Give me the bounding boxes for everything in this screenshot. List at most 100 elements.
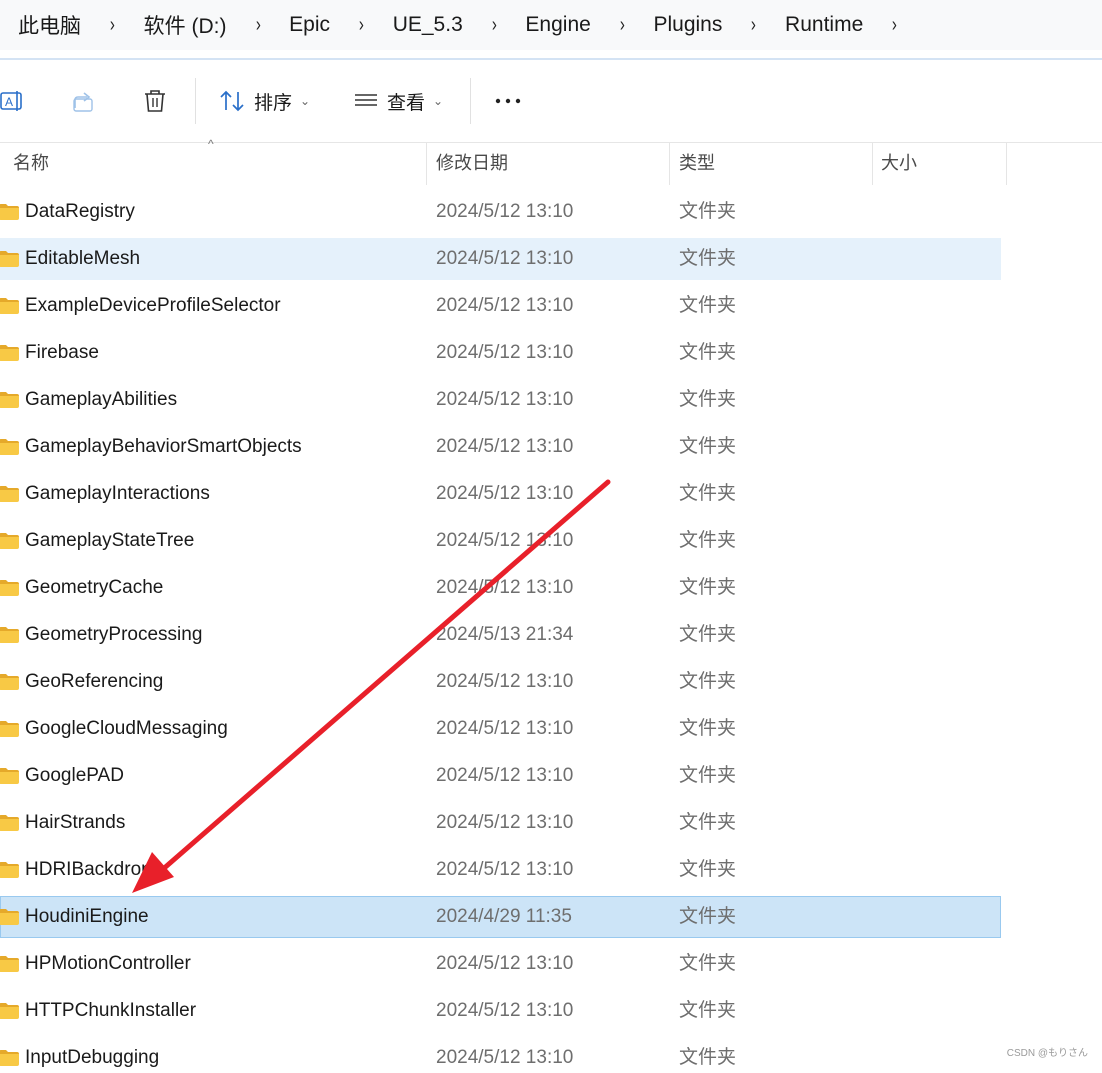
file-modified-date: 2024/5/12 13:10 [436, 577, 574, 598]
toolbar-divider [195, 78, 196, 124]
file-row[interactable]: HDRIBackdrop 2024/5/12 13:10 文件夹 [0, 849, 1001, 891]
file-type: 文件夹 [679, 1047, 737, 1068]
file-row[interactable]: HPMotionController 2024/5/12 13:10 文件夹 [0, 943, 1001, 985]
folder-icon [0, 345, 19, 361]
file-modified-date: 2024/5/12 13:10 [436, 201, 574, 222]
file-row[interactable]: GeoReferencing 2024/5/12 13:10 文件夹 [0, 661, 1001, 703]
view-button[interactable]: 查看 ⌄ [353, 80, 443, 122]
file-row[interactable]: GameplayInteractions 2024/5/12 13:10 文件夹 [0, 473, 1001, 515]
breadcrumb-item-this-pc[interactable]: 此电脑 [18, 10, 81, 40]
column-name[interactable]: 名称 [13, 143, 49, 185]
file-modified-date: 2024/5/12 13:10 [436, 342, 574, 363]
rename-icon: A [0, 91, 22, 111]
breadcrumb: 此电脑 › 软件 (D:) › Epic › UE_5.3 › Engine ›… [0, 0, 926, 50]
file-name: HoudiniEngine [25, 906, 149, 927]
folder-icon [0, 909, 19, 925]
column-header: ^ 名称 修改日期 类型 大小 [0, 137, 1102, 185]
file-row[interactable]: HTTPChunkInstaller 2024/5/12 13:10 文件夹 [0, 990, 1001, 1032]
file-name: HPMotionController [25, 953, 191, 974]
folder-icon [0, 298, 19, 314]
file-type: 文件夹 [679, 436, 737, 457]
column-size[interactable]: 大小 [881, 143, 917, 185]
file-modified-date: 2024/5/12 13:10 [436, 1047, 574, 1068]
file-row[interactable]: InputDebugging 2024/5/12 13:10 文件夹 [0, 1037, 1001, 1073]
file-name: HTTPChunkInstaller [25, 1000, 197, 1021]
chevron-right-icon[interactable]: › [359, 14, 364, 37]
file-row[interactable]: ExampleDeviceProfileSelector 2024/5/12 13… [0, 285, 1001, 327]
file-row[interactable]: GoogleCloudMessaging 2024/5/12 13:10 文件夹 [0, 708, 1001, 750]
file-name: HDRIBackdrop [25, 859, 152, 880]
column-divider[interactable] [1006, 143, 1007, 185]
file-name: GeoReferencing [25, 671, 164, 692]
file-row[interactable]: GeometryProcessing 2024/5/13 21:34 文件夹 [0, 614, 1001, 656]
file-modified-date: 2024/5/12 13:10 [436, 295, 574, 316]
chevron-right-icon[interactable]: › [751, 14, 756, 37]
rename-button[interactable]: A [0, 80, 26, 122]
column-divider[interactable] [669, 143, 670, 185]
toolbar-divider [470, 78, 471, 124]
file-name: GeometryCache [25, 577, 164, 598]
delete-button[interactable] [142, 80, 168, 122]
watermark: CSDN @もりさん [1006, 1048, 1088, 1059]
chevron-down-icon: ⌄ [300, 94, 311, 108]
breadcrumb-item-drive-d[interactable]: 软件 (D:) [144, 10, 227, 40]
chevron-right-icon[interactable]: › [110, 14, 115, 37]
chevron-right-icon[interactable]: › [492, 14, 497, 37]
breadcrumb-item-engine[interactable]: Engine [525, 13, 590, 37]
file-modified-date: 2024/5/12 13:10 [436, 859, 574, 880]
svg-text:A: A [5, 95, 13, 109]
chevron-right-icon[interactable]: › [620, 14, 625, 37]
view-label: 查看 [387, 92, 426, 114]
file-modified-date: 2024/5/12 13:10 [436, 718, 574, 739]
file-row[interactable]: HairStrands 2024/5/12 13:10 文件夹 [0, 802, 1001, 844]
file-row[interactable]: EditableMesh 2024/5/12 13:10 文件夹 [0, 238, 1001, 280]
file-row[interactable]: GeometryCache 2024/5/12 13:10 文件夹 [0, 567, 1001, 609]
file-name: ExampleDeviceProfileSelector [25, 295, 281, 316]
file-modified-date: 2024/5/12 13:10 [436, 530, 574, 551]
chevron-right-icon[interactable]: › [255, 14, 260, 37]
file-type: 文件夹 [679, 201, 737, 222]
file-modified-date: 2024/5/12 13:10 [436, 436, 574, 457]
trash-icon [145, 90, 165, 112]
sort-button[interactable]: 排序 ⌄ [218, 80, 310, 122]
file-row[interactable]: HoudiniEngine 2024/4/29 11:35 文件夹 [0, 896, 1001, 938]
file-row[interactable]: DataRegistry 2024/5/12 13:10 文件夹 [0, 191, 1001, 233]
file-name: GeometryProcessing [25, 624, 203, 645]
more-options-button[interactable] [494, 80, 522, 122]
file-modified-date: 2024/5/12 13:10 [436, 389, 574, 410]
file-row[interactable]: GameplayAbilities 2024/5/12 13:10 文件夹 [0, 379, 1001, 421]
sort-ascending-icon: ^ [208, 137, 214, 151]
sort-label: 排序 [254, 92, 293, 114]
file-name: Firebase [25, 342, 99, 363]
more-icon [495, 98, 521, 104]
address-bar[interactable]: 此电脑 › 软件 (D:) › Epic › UE_5.3 › Engine ›… [0, 0, 1102, 50]
column-modified[interactable]: 修改日期 [436, 143, 508, 185]
file-modified-date: 2024/5/12 13:10 [436, 483, 574, 504]
folder-icon [0, 533, 19, 549]
breadcrumb-item-ue53[interactable]: UE_5.3 [393, 13, 463, 37]
chevron-down-icon: ⌄ [433, 94, 444, 108]
folder-icon [0, 1003, 19, 1019]
file-name: GameplayInteractions [25, 483, 210, 504]
folder-icon [0, 721, 19, 737]
folder-icon [0, 862, 19, 878]
file-row[interactable]: GooglePAD 2024/5/12 13:10 文件夹 [0, 755, 1001, 797]
file-type: 文件夹 [679, 1000, 737, 1021]
file-type: 文件夹 [679, 718, 737, 739]
breadcrumb-item-plugins[interactable]: Plugins [653, 13, 722, 37]
share-button[interactable] [71, 80, 97, 122]
folder-icon [0, 204, 19, 220]
file-row[interactable]: GameplayBehaviorSmartObjects 2024/5/12 13… [0, 426, 1001, 468]
file-type: 文件夹 [679, 953, 737, 974]
breadcrumb-item-runtime[interactable]: Runtime [785, 13, 863, 37]
folder-icon [0, 815, 19, 831]
share-icon [73, 92, 93, 112]
column-divider[interactable] [426, 143, 427, 185]
file-row[interactable]: Firebase 2024/5/12 13:10 文件夹 [0, 332, 1001, 374]
file-row[interactable]: GameplayStateTree 2024/5/12 13:10 文件夹 [0, 520, 1001, 562]
column-type[interactable]: 类型 [679, 143, 715, 185]
chevron-right-icon[interactable]: › [892, 14, 897, 37]
breadcrumb-item-epic[interactable]: Epic [289, 13, 330, 37]
column-divider[interactable] [872, 143, 873, 185]
file-modified-date: 2024/5/12 13:10 [436, 248, 574, 269]
